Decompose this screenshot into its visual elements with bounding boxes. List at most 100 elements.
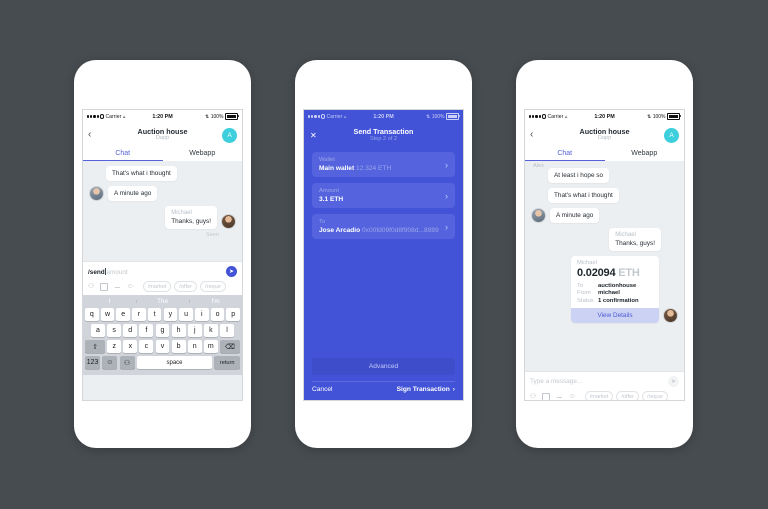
numeric-key[interactable]: 123 [85,356,101,370]
shift-key-icon[interactable]: ⇧ [85,340,106,354]
sign-transaction-button[interactable]: Sign Transaction › [397,386,455,393]
microphone-icon[interactable]: ⚇ [530,393,536,400]
emoji-key-icon[interactable]: ☺ [102,356,118,370]
composer-toolbar: ⚇ ⚊ ☺ /market /offer /reque [88,281,237,293]
dictation-key-icon[interactable]: ⚇ [119,356,135,370]
suggestion-item[interactable]: I'm [189,298,242,305]
attachment-icon[interactable]: ⚊ [114,283,120,290]
cancel-button[interactable]: Cancel [312,386,333,393]
bluetooth-icon: ⇅ [205,113,210,120]
send-icon[interactable]: ➤ [668,376,679,387]
advanced-button[interactable]: Advanced [312,357,455,375]
chip-offer[interactable]: /offer [174,281,198,293]
field-to[interactable]: To Jose Arcadio 0x00fd09f0d8f908d...8989… [312,214,455,239]
avatar[interactable]: A [664,127,679,143]
message-input[interactable]: Type a message... [530,378,668,385]
close-icon[interactable]: ✕ [310,132,317,140]
back-icon[interactable]: ‹ [88,130,100,140]
emoji-icon[interactable]: ☺ [569,393,576,400]
key-c[interactable]: c [139,340,154,354]
key-d[interactable]: d [123,324,138,338]
key-i[interactable]: i [195,308,209,322]
field-wallet[interactable]: Wallet Main wallet 12.324 ETH › [312,152,455,177]
key-k[interactable]: k [203,324,218,338]
detail-key: From [577,290,591,297]
chip-market[interactable]: /market [142,281,172,293]
page-title: Auction house [137,126,188,136]
key-b[interactable]: b [171,340,186,354]
microphone-icon[interactable]: ⚇ [88,283,94,290]
key-j[interactable]: j [187,324,202,338]
keyboard-row-4: 123 ☺ ⚇ space return [83,356,242,370]
camera-icon[interactable] [100,282,109,291]
key-u[interactable]: u [179,308,193,322]
detail-key: Status [577,297,594,304]
key-y[interactable]: y [163,308,178,322]
message-text: Thanks, guys! [615,240,655,247]
back-icon[interactable]: ‹ [530,130,542,140]
transaction-currency: ETH [618,267,640,279]
key-l[interactable]: l [220,324,234,338]
key-x[interactable]: x [123,340,138,354]
key-t[interactable]: t [147,308,162,322]
key-a[interactable]: a [91,324,105,338]
attachment-icon[interactable]: ⚊ [556,393,562,400]
battery-icon [225,113,239,120]
send-icon[interactable]: ➤ [226,266,237,277]
battery-percent: 100% [652,113,666,120]
nav-title-group: Auction house Dapp [525,128,684,143]
key-q[interactable]: q [85,308,99,322]
key-z[interactable]: z [107,340,122,354]
message-composer: Type a message... ➤ ⚇ ⚊ ☺ /market /offer… [525,371,684,400]
chip-request[interactable]: /reque [200,281,226,293]
chip-market[interactable]: /market [584,391,614,400]
chat-thread: That's what i thought A minute ago Micha… [83,161,242,261]
camera-icon[interactable] [542,392,551,400]
key-f[interactable]: f [139,324,154,338]
composer-toolbar: ⚇ ⚊ ☺ /market /offer /reque [530,391,679,400]
key-w[interactable]: w [100,308,115,322]
key-e[interactable]: e [116,308,130,322]
key-g[interactable]: g [155,324,170,338]
tab-bar: Chat Webapp [525,147,684,161]
key-o[interactable]: o [210,308,225,322]
delete-key-icon[interactable]: ⌫ [219,340,241,354]
detail-value: 1 confirmation [598,297,639,304]
keyboard-suggestions: I The I'm [83,295,242,308]
message-bubble: A minute ago [108,186,158,201]
field-value: 3.1 ETH [319,196,344,203]
detail-value: michael [598,290,620,297]
chip-offer[interactable]: /offer [616,391,640,400]
composer-input-row: Type a message... ➤ [530,376,679,387]
key-m[interactable]: m [203,340,218,354]
action-row: Cancel Sign Transaction › [312,386,455,393]
return-key[interactable]: return [214,356,240,370]
key-p[interactable]: p [226,308,240,322]
nav-header: ✕ Send Transaction Step 2 of 2 [304,123,463,149]
input-placeholder: amount [106,268,128,276]
seen-status: Seen [205,232,219,238]
status-bar-battery: ⇅ 100% [426,113,460,120]
avatar[interactable]: A [222,127,237,143]
page-subtitle: Dapp [155,135,170,142]
field-amount[interactable]: Amount 3.1 ETH › [312,183,455,208]
field-label: To [319,219,326,225]
key-v[interactable]: v [155,340,170,354]
space-key[interactable]: space [136,356,213,370]
phone2-screen: Carrier ▵ 1:20 PM ⇅ 100% ✕ Send Transact… [303,109,464,401]
suggestion-item[interactable]: The [136,298,189,305]
key-h[interactable]: h [171,324,186,338]
message-input[interactable]: /send amount [88,267,226,276]
view-details-button[interactable]: View Details [571,307,659,323]
key-n[interactable]: n [187,340,202,354]
emoji-icon[interactable]: ☺ [127,283,134,290]
divider [312,380,455,381]
chip-request[interactable]: /reque [642,391,668,400]
key-s[interactable]: s [107,324,122,338]
suggestion-item[interactable]: I [83,298,136,305]
key-r[interactable]: r [132,308,146,322]
message-row: Michael Thanks, guys! [89,206,236,229]
chevron-right-icon: › [452,386,455,393]
tab-webapp[interactable]: Webapp [163,147,243,161]
tab-webapp[interactable]: Webapp [605,147,685,161]
